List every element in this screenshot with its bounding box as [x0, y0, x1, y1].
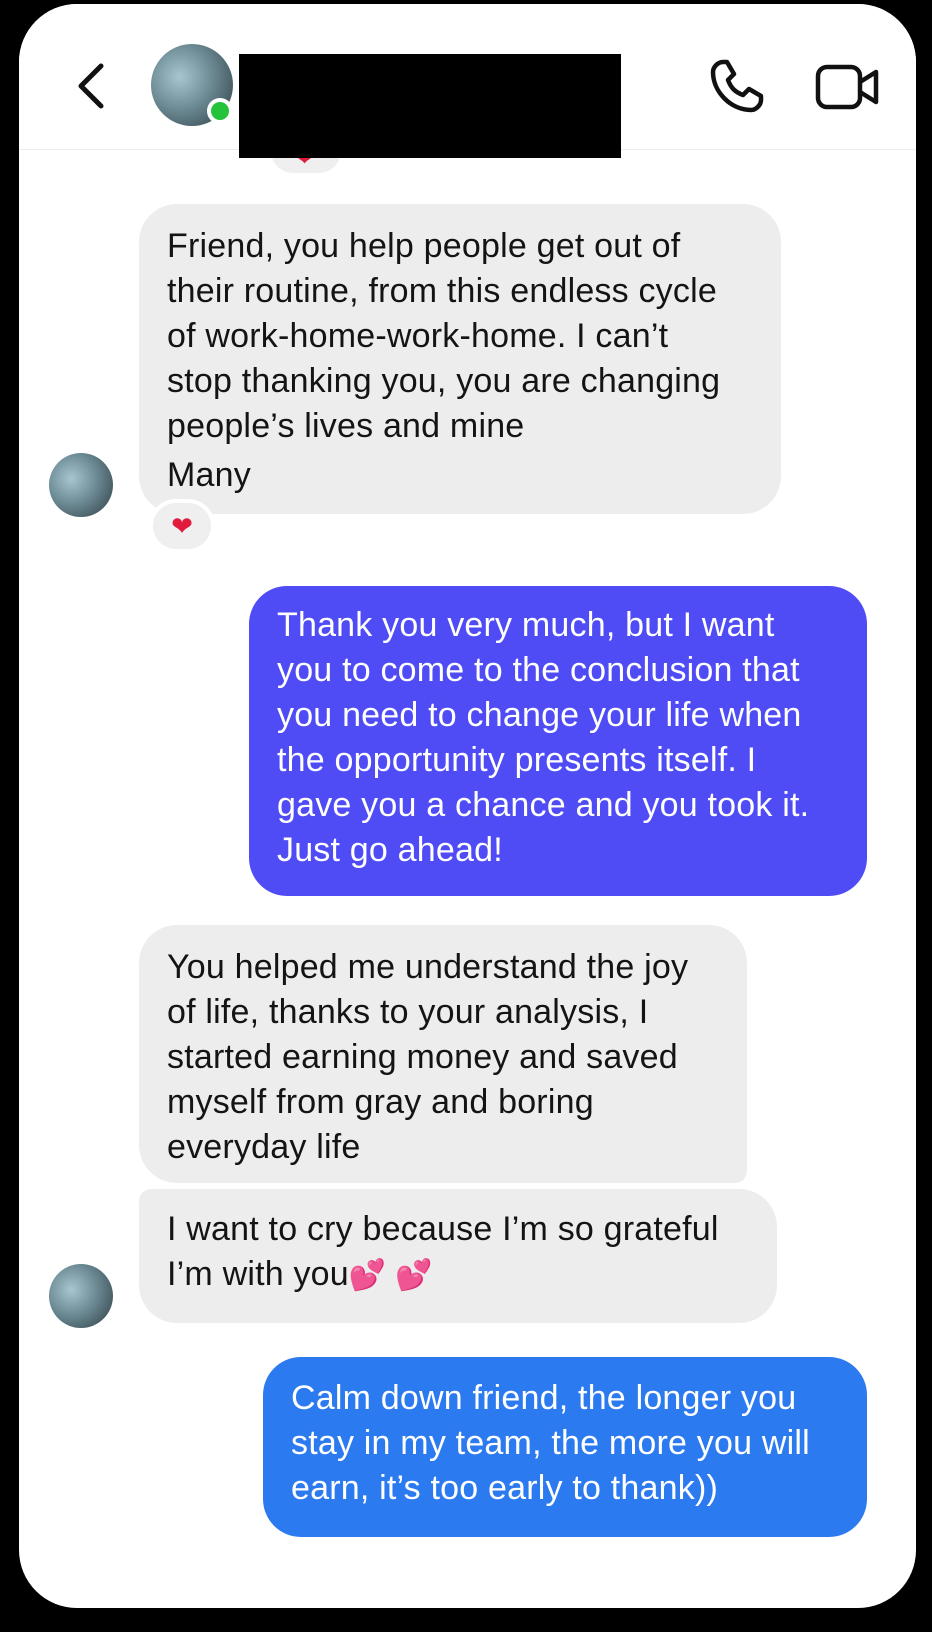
message-line: you to come to the conclusion that	[277, 651, 800, 689]
message-line: I’m with you💕 💕	[167, 1252, 777, 1298]
message-line: their routine, from this endless cycle	[167, 272, 717, 310]
message-line: myself from gray and boring	[167, 1083, 594, 1121]
message-line: people’s lives and mine	[167, 407, 525, 445]
message-line: everyday life	[167, 1128, 361, 1166]
message-line: Just go ahead!	[277, 831, 503, 869]
message-line: of work-home-work-home. I can’t	[167, 317, 669, 355]
message-line: stop thanking you, you are changing	[167, 362, 721, 400]
sender-avatar[interactable]	[49, 1264, 113, 1328]
online-status-dot	[207, 98, 233, 124]
phone-screen: ❤ Friend, you help people get out of the…	[19, 4, 916, 1608]
message-line: You helped me understand the joy	[167, 948, 689, 986]
outgoing-message-bubble[interactable]: Calm down friend, the longer you stay in…	[263, 1357, 867, 1537]
message-line: I want to cry because I’m so grateful	[167, 1210, 719, 1248]
message-line: you need to change your life when	[277, 696, 802, 734]
video-camera-icon	[815, 64, 879, 110]
message-line: started earning money and saved	[167, 1038, 678, 1076]
message-line: earn, it’s too early to thank))	[291, 1469, 718, 1507]
back-button[interactable]	[67, 56, 117, 116]
message-text: I’m with you	[167, 1255, 349, 1293]
message-line: stay in my team, the more you will	[291, 1424, 810, 1462]
message-thread[interactable]: ❤ Friend, you help people get out of the…	[19, 129, 916, 1608]
video-call-button[interactable]	[814, 62, 880, 112]
message-line: gave you a chance and you took it.	[277, 786, 810, 824]
message-line: Many	[167, 456, 251, 494]
message-line: Calm down friend, the longer you	[291, 1379, 797, 1417]
incoming-message-bubble[interactable]: You helped me understand the joy of life…	[139, 925, 747, 1183]
sender-avatar[interactable]	[49, 453, 113, 517]
audio-call-button[interactable]	[707, 56, 767, 116]
message-line: of life, thanks to your analysis, I	[167, 993, 649, 1031]
two-hearts-emoji: 💕 💕	[348, 1259, 433, 1292]
chevron-left-icon	[78, 63, 104, 109]
contact-name-redaction	[239, 54, 621, 158]
outgoing-message-bubble[interactable]: Thank you very much, but I want you to c…	[249, 586, 867, 896]
message-line: Friend, you help people get out of	[167, 227, 681, 265]
phone-icon	[710, 59, 764, 113]
message-line: Thank you very much, but I want	[277, 606, 775, 644]
heart-reaction[interactable]: ❤	[149, 499, 215, 553]
chat-header	[19, 4, 916, 158]
incoming-message-bubble[interactable]: Friend, you help people get out of their…	[139, 204, 781, 514]
message-line: the opportunity presents itself. I	[277, 741, 757, 779]
incoming-message-bubble[interactable]: I want to cry because I’m so grateful I’…	[139, 1189, 777, 1323]
